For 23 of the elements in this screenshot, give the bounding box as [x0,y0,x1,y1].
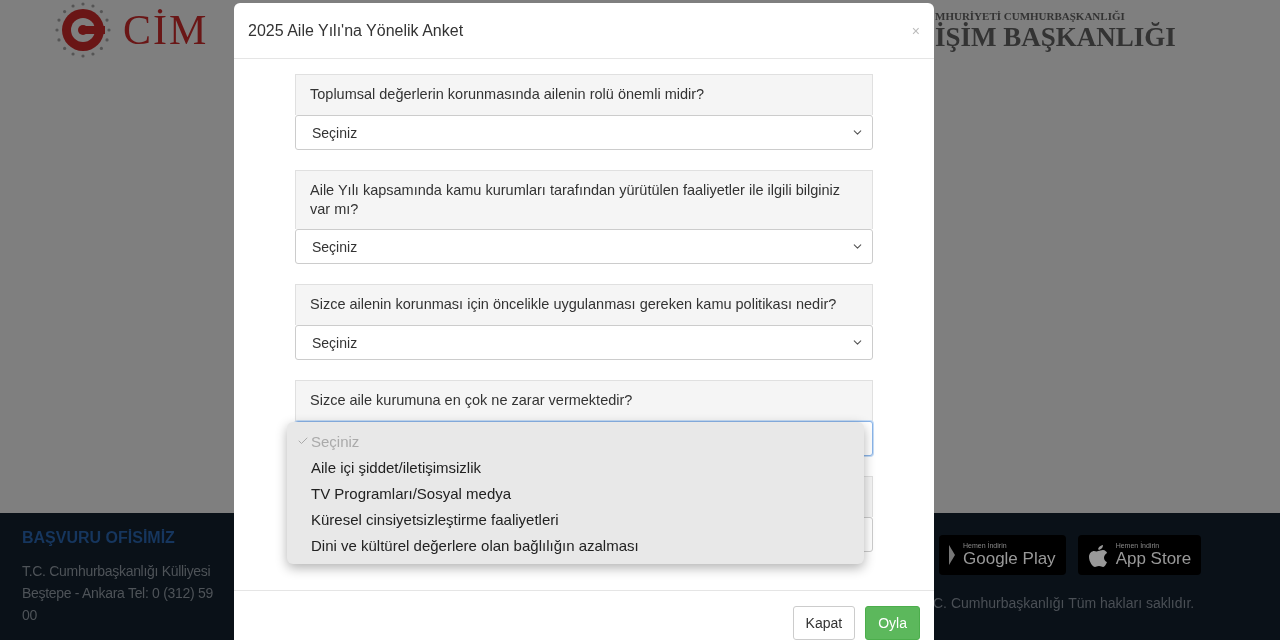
answer-select[interactable]: Seçiniz [295,229,873,265]
dialog-title: 2025 Aile Yılı'na Yönelik Anket [248,21,464,40]
org-title: İŞİM BAŞKANLIĞI [935,22,1177,53]
apple-icon [1087,543,1108,567]
org-subtitle: MHURİYETİ CUMHURBAŞKANLIĞI [935,10,1126,22]
close-dialog-button[interactable]: Kapat [792,606,856,640]
question-label: Sizce aile kurumuna en çok ne zarar vermektedir? [295,380,873,422]
question-label: Toplumsal değerlerin korunmasında ailenin rolü önemli midir? [295,74,873,116]
footer-heading: BAŞVURU OFİSİMİZ [22,529,176,547]
logo-text: CİM [123,6,209,54]
address-line: 00 [22,607,38,623]
copyright-text: C. Cumhurbaşkanlığı Tüm hakları saklıdır. [933,595,1196,611]
answer-select[interactable]: Seçiniz [295,115,873,151]
dropdown-option[interactable]: TV Programları/Sosyal medya [287,480,864,507]
address-line: Beştepe - Ankara Tel: 0 (312) 59 [22,585,214,601]
dropdown-option[interactable]: Küresel cinsiyetsizleştirme faaliyetleri [287,506,864,533]
play-icon [949,545,955,565]
address-line: T.C. Cumhurbaşkanlığı Külliyesi [22,563,212,579]
dropdown-option[interactable]: Aile içi şiddet/iletişimsizlik [287,454,864,481]
answer-select[interactable]: Seçiniz [295,325,873,361]
question-label: Aile Yılı kapsamında kamu kurumları tarafından yürütülen faaliyetler ile ilgili bilginiz var mı? [295,170,873,230]
question-label: Sizce ailenin korunması için öncelikle uygulanması gereken kamu politikası nedir? [295,284,873,326]
dropdown-option[interactable]: Dini ve kültürel değerlere olan bağlılığın azalması [287,532,864,559]
